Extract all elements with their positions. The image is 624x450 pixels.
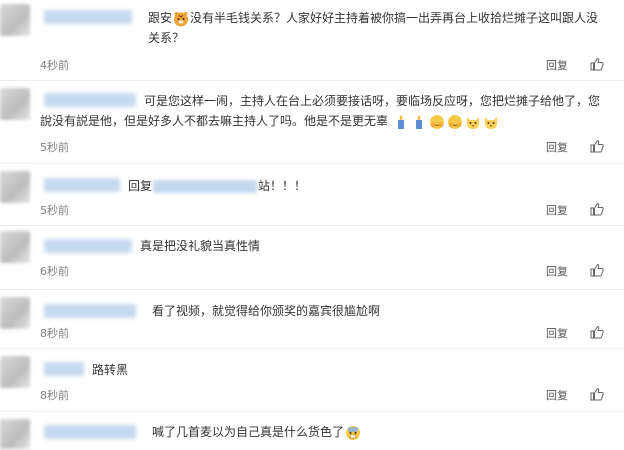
thumbs-up-icon[interactable] <box>590 202 604 216</box>
comment-feed: 跟安 没有半毛钱关系？人家好好主持着被你搞一出弄再台上收拾烂摊子这叫跟人没关系？ … <box>0 0 624 450</box>
comment-text-part: 没有半毛钱关系？人家好好主持着被你搞一出弄再台上收拾烂摊子这叫跟人没关系？ <box>148 11 599 45</box>
hug-emoji-icon <box>447 114 462 129</box>
divider <box>0 225 624 226</box>
comment-text-part: 回复 <box>128 179 153 193</box>
comment-text-part: 站！！！ <box>258 179 307 193</box>
avatar[interactable] <box>0 231 30 263</box>
hug-emoji-icon <box>429 114 444 129</box>
comment-text-part: 喊了几首麦以为自己真是什么货色了 <box>152 425 345 439</box>
reply-button[interactable]: 回复 <box>546 202 568 218</box>
thumbs-up-icon[interactable] <box>590 139 604 153</box>
comment-text: 看了视频，就觉得给你颁奖的嘉宾很尴尬啊 <box>40 301 610 321</box>
candle-icon <box>397 114 404 129</box>
scared-emoji-icon <box>346 425 361 440</box>
thumbs-up-icon[interactable] <box>590 387 604 401</box>
timestamp: 6秒前 <box>40 265 69 278</box>
avatar[interactable] <box>0 297 30 329</box>
divider <box>0 411 624 412</box>
comment-text: 回复 站！！！ <box>40 176 610 196</box>
avatar[interactable] <box>0 171 30 203</box>
comment-text-part: 跟安 <box>148 11 173 25</box>
comment-text: 跟安 没有半毛钱关系？人家好好主持着被你搞一出弄再台上收拾烂摊子这叫跟人没关系？ <box>40 8 610 48</box>
reply-button[interactable]: 回复 <box>546 57 568 73</box>
timestamp: 5秒前 <box>40 204 69 217</box>
thumbs-up-icon[interactable] <box>590 57 604 71</box>
reply-button[interactable]: 回复 <box>546 139 568 155</box>
comment-text: 路转黑 <box>40 360 610 380</box>
timestamp: 8秒前 <box>40 327 69 340</box>
avatar[interactable] <box>0 88 30 120</box>
comment-text: 真是把没礼貌当真性情 <box>40 236 610 256</box>
timestamp: 4秒前 <box>40 59 69 72</box>
comment-text-part: 路转黑 <box>92 363 129 377</box>
cat-emoji-icon <box>466 116 479 129</box>
comment-text-part: 可是您这样一闹，主持人在台上必须要接话呀，要临场反应呀，您把烂摊子给他了，您說没… <box>40 94 601 128</box>
comment-text: 喊了几首麦以为自己真是什么货色了 <box>40 422 610 442</box>
divider <box>0 289 624 290</box>
thumbs-up-icon[interactable] <box>590 325 604 339</box>
avatar[interactable] <box>0 419 30 449</box>
cat-emoji-icon <box>484 116 497 129</box>
timestamp: 8秒前 <box>40 389 69 402</box>
timestamp: 5秒前 <box>40 141 69 154</box>
comment-text-part: 看了视频，就觉得给你颁奖的嘉宾很尴尬啊 <box>152 304 381 318</box>
reply-button[interactable]: 回复 <box>546 263 568 279</box>
mention-link[interactable] <box>153 180 258 193</box>
comment-text: 可是您这样一闹，主持人在台上必须要接话呀，要临场反应呀，您把烂摊子给他了，您說没… <box>40 91 610 131</box>
divider <box>0 80 624 81</box>
reply-button[interactable]: 回复 <box>546 325 568 341</box>
divider <box>0 163 624 164</box>
tiger-emoji-icon <box>174 11 189 26</box>
avatar[interactable] <box>0 356 30 388</box>
reply-button[interactable]: 回复 <box>546 387 568 403</box>
comment-text-part: 真是把没礼貌当真性情 <box>140 239 261 253</box>
divider <box>0 348 624 349</box>
avatar[interactable] <box>0 4 30 36</box>
candle-icon <box>415 114 422 129</box>
thumbs-up-icon[interactable] <box>590 263 604 277</box>
